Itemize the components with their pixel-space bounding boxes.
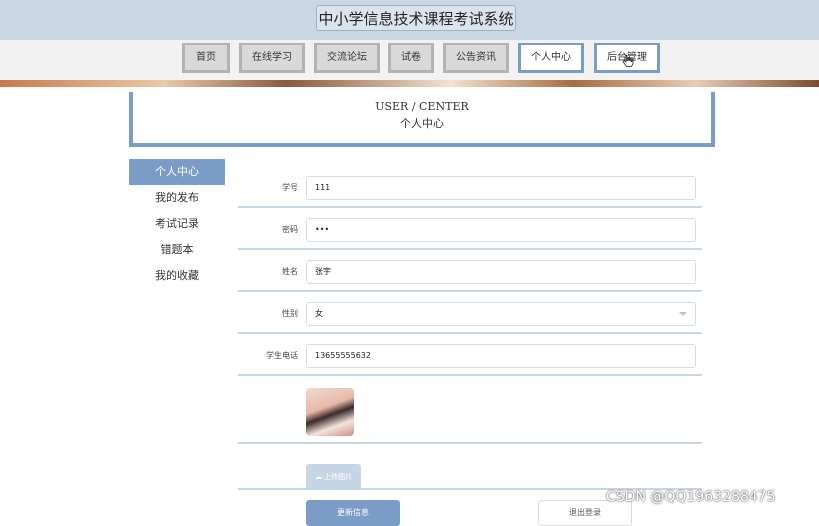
update-info-button[interactable]: 更新信息 (306, 500, 400, 526)
nav-user-center[interactable]: 个人中心 (518, 43, 584, 73)
form-row-gender: 性别 女 (238, 296, 702, 334)
form-row-avatar (238, 380, 702, 444)
top-nav: 首页 在线学习 交流论坛 试卷 公告资讯 个人中心 后台管理 (0, 40, 819, 80)
nav-announcements[interactable]: 公告资讯 (443, 43, 509, 73)
student-id-input[interactable]: 111 (306, 176, 696, 200)
site-header: 中小学信息技术课程考试系统 (0, 0, 819, 40)
nav-exam-papers[interactable]: 试卷 (388, 43, 434, 73)
site-title: 中小学信息技术课程考试系统 (316, 5, 516, 31)
sidebar-item-my-posts[interactable]: 我的发布 (129, 185, 225, 211)
sidebar-item-wrong-questions[interactable]: 错题本 (129, 237, 225, 263)
upload-button-label: 上传图片 (324, 473, 353, 481)
form-row-phone: 学生电话 13655555632 (238, 338, 702, 376)
nav-online-learning[interactable]: 在线学习 (239, 43, 305, 73)
chevron-down-icon (679, 312, 687, 316)
watermark-text: CSDN @QQ1963288475 (606, 489, 776, 505)
password-input[interactable]: ••• (306, 218, 696, 242)
nav-forum[interactable]: 交流论坛 (314, 43, 380, 73)
sidebar-item-favorites[interactable]: 我的收藏 (129, 263, 225, 289)
avatar-image (306, 388, 354, 436)
gender-label: 性别 (282, 309, 298, 318)
section-header: USER / CENTER 个人中心 (129, 92, 715, 147)
banner-image-strip (0, 80, 819, 87)
gender-value: 女 (315, 309, 323, 318)
password-label: 密码 (282, 225, 298, 234)
sidebar-item-exam-records[interactable]: 考试记录 (129, 211, 225, 237)
name-label: 姓名 (282, 267, 298, 276)
upload-image-button[interactable]: ☁ 上传图片 (306, 464, 361, 490)
form-row-upload: ☁ 上传图片 (238, 448, 702, 490)
hand-cursor-icon (622, 54, 634, 67)
phone-input[interactable]: 13655555632 (306, 344, 696, 368)
section-title-zh: 个人中心 (400, 117, 444, 130)
name-input[interactable]: 张宇 (306, 260, 696, 284)
form-row-student-id: 学号 111 (238, 170, 702, 208)
form-row-password: 密码 ••• (238, 212, 702, 250)
user-sidebar: 个人中心 我的发布 考试记录 错题本 我的收藏 (129, 159, 225, 289)
cloud-upload-icon: ☁ (314, 473, 325, 481)
sidebar-item-user-center[interactable]: 个人中心 (129, 159, 225, 185)
gender-select[interactable]: 女 (306, 302, 696, 326)
student-id-label: 学号 (282, 183, 298, 192)
form-row-name: 姓名 张宇 (238, 254, 702, 292)
section-title-en: USER / CENTER (375, 100, 469, 113)
phone-label: 学生电话 (266, 351, 298, 360)
nav-home[interactable]: 首页 (182, 43, 230, 73)
